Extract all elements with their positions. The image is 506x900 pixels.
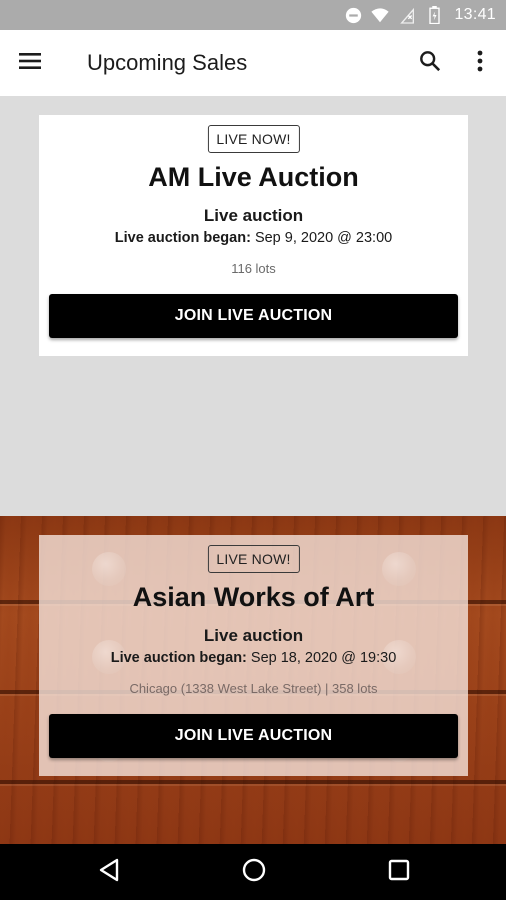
home-icon [241, 857, 267, 888]
back-button[interactable] [93, 856, 125, 888]
join-live-auction-button[interactable]: JOIN LIVE AUCTION [49, 294, 458, 338]
sale-card[interactable]: LIVE NOW! AM Live Auction Live auction L… [39, 115, 468, 356]
sale-began-label: Live auction began: [114, 230, 251, 246]
live-now-badge: LIVE NOW! [207, 125, 300, 153]
sale-began-date: Sep 9, 2020 @ 23:00 [250, 230, 393, 246]
system-nav-bar [0, 844, 506, 900]
more-vert-icon [477, 50, 483, 77]
wifi-icon [371, 6, 390, 24]
page-title: Upcoming Sales [87, 50, 248, 75]
sale-section-am-live-auction: LIVE NOW! AM Live Auction Live auction L… [0, 96, 506, 516]
status-clock: 13:41 [454, 6, 496, 23]
status-bar: 13:41 [0, 0, 506, 30]
sale-section-asian-works-of-art: LIVE NOW! Asian Works of Art Live auctio… [0, 516, 506, 844]
menu-button[interactable] [14, 47, 46, 79]
sale-began-line: Live auction began: Sep 9, 2020 @ 23:00 [39, 230, 468, 246]
sale-began-label: Live auction began: [110, 650, 247, 666]
sale-card[interactable]: LIVE NOW! Asian Works of Art Live auctio… [39, 535, 468, 776]
signal-icon [398, 6, 416, 24]
sale-title: AM Live Auction [148, 162, 359, 192]
back-icon [98, 858, 120, 887]
live-now-badge: LIVE NOW! [207, 545, 300, 573]
sale-lot-info: 116 lots [231, 261, 276, 276]
sale-began-line: Live auction began: Sep 18, 2020 @ 19:30 [39, 650, 468, 666]
sale-type: Live auction [203, 626, 304, 645]
do-not-disturb-icon [344, 6, 362, 24]
join-live-auction-button[interactable]: JOIN LIVE AUCTION [49, 714, 458, 758]
recents-button[interactable] [383, 856, 415, 888]
battery-icon [425, 6, 443, 24]
sale-type: Live auction [203, 206, 304, 225]
recents-icon [388, 859, 410, 886]
sale-title: Asian Works of Art [132, 582, 375, 612]
app-bar: Upcoming Sales [0, 30, 506, 96]
overflow-menu-button[interactable] [466, 47, 494, 79]
search-button[interactable] [414, 47, 446, 79]
menu-icon [18, 51, 42, 76]
sales-list[interactable]: LIVE NOW! AM Live Auction Live auction L… [0, 96, 506, 844]
sale-began-date: Sep 18, 2020 @ 19:30 [246, 650, 397, 666]
sale-location-lot-info: Chicago (1338 West Lake Street) | 358 lo… [129, 681, 378, 696]
home-button[interactable] [238, 856, 270, 888]
search-icon [419, 50, 441, 77]
